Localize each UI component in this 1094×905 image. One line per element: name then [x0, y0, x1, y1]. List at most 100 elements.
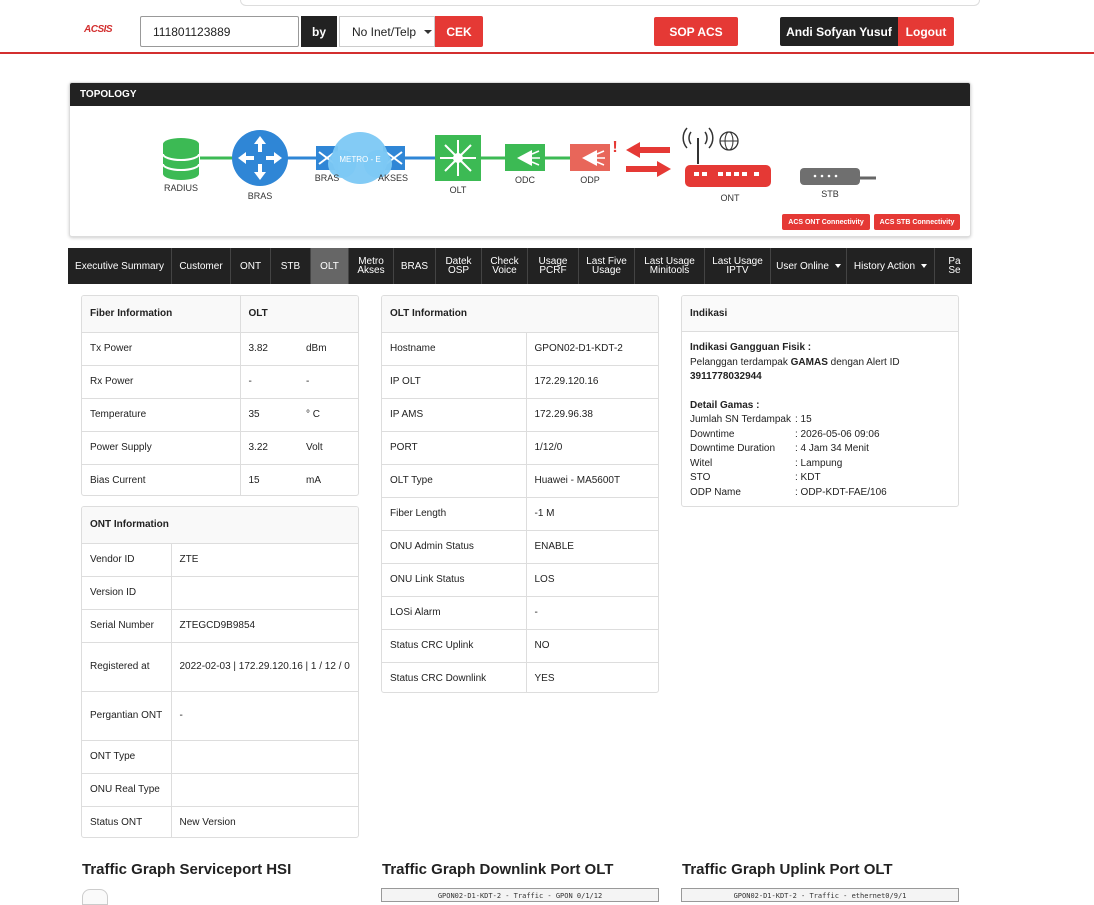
tab-stb[interactable]: STB	[271, 248, 311, 284]
bras-label: BRAS	[248, 191, 273, 201]
detail-value: : Lampung	[795, 457, 843, 469]
ont-value: ZTE	[170, 543, 358, 577]
user-name-button[interactable]: Andi Sofyan Yusuf	[780, 17, 898, 46]
ont-key: Pergantian ONT	[82, 691, 171, 741]
ont-key: Status ONT	[90, 816, 143, 828]
fiber-unit: ° C	[298, 398, 358, 432]
tab-user-online[interactable]: User Online	[771, 248, 847, 284]
fiber-olt-header: OLT	[239, 296, 358, 333]
topology-title: TOPOLOGY	[70, 83, 970, 106]
olt-value: LOS	[525, 563, 658, 597]
ont-key: Serial Number	[82, 609, 171, 643]
tab-olt[interactable]: OLT	[311, 248, 349, 284]
fiber-unit: dBm	[298, 332, 358, 366]
bras2-label: BRAS	[315, 173, 340, 183]
odp-splitter-icon[interactable]	[570, 144, 610, 171]
search-input[interactable]	[140, 16, 299, 47]
indikasi-alert-id: 3911778032944	[690, 371, 762, 382]
detail-value: : 4 Jam 34 Menit	[795, 443, 869, 454]
bras-router-icon[interactable]	[232, 130, 288, 186]
graph-toggle-icon[interactable]	[82, 889, 108, 905]
ont-value	[170, 576, 358, 610]
acs-stb-connectivity-button[interactable]: ACS STB Connectivity	[874, 214, 960, 230]
wifi-icon	[682, 127, 714, 164]
logout-button[interactable]: Logout	[898, 17, 954, 46]
tab-last-five-usage[interactable]: Last Five Usage	[579, 248, 635, 284]
sop-acs-button[interactable]: SOP ACS	[654, 17, 738, 46]
app-logo[interactable]: ACSIS	[84, 24, 113, 35]
fiber-key: Tx Power	[82, 332, 240, 366]
tab-history-action-label: History Action	[853, 260, 916, 272]
olt-header: OLT Information	[382, 296, 658, 333]
tab-ont[interactable]: ONT	[231, 248, 271, 284]
tab-check-voice[interactable]: Check Voice	[482, 248, 528, 284]
ont-key: ONU Real Type	[82, 773, 171, 807]
ont-value: -	[170, 691, 358, 741]
ont-label: ONT	[721, 193, 741, 203]
olt-key: PORT	[382, 431, 526, 465]
tab-last-usage-minitools[interactable]: Last Usage Minitools	[635, 248, 705, 284]
detail-key: Witel	[690, 457, 713, 469]
tab-bras[interactable]: BRAS	[394, 248, 436, 284]
graph-downlink-title: Traffic Graph Downlink Port OLT	[382, 861, 614, 878]
radius-label: RADIUS	[164, 183, 198, 193]
detail-row: Witel : Lampung	[690, 457, 950, 472]
olt-value: 1/12/0	[525, 431, 658, 465]
olt-value: NO	[525, 629, 658, 663]
odc-splitter-icon[interactable]	[505, 144, 545, 171]
fiber-unit: Volt	[298, 431, 358, 465]
olt-value: -1 M	[525, 497, 658, 531]
ont-value: 2022-02-03 | 172.29.120.16 | 1 / 12 / 0	[170, 642, 358, 692]
detail-row: Downtime: 2026-05-06 09:06	[690, 428, 950, 443]
metro-label: METRO - E	[339, 155, 380, 164]
indikasi-header: Indikasi	[682, 296, 958, 332]
detail-row: ODP Name: ODP-KDT-FAE/106	[690, 486, 950, 501]
ont-key: Vendor ID	[82, 543, 171, 577]
tab-usage-pcrf[interactable]: Usage PCRF	[528, 248, 579, 284]
detail-key: ODP Name	[690, 486, 741, 498]
acs-ont-connectivity-button[interactable]: ACS ONT Connectivity	[782, 214, 870, 230]
indikasi-line1-post: dengan Alert ID	[830, 356, 900, 368]
caret-down-icon	[921, 264, 928, 268]
ont-information-panel: ONT Information Vendor ID ZTE Version ID …	[81, 506, 359, 838]
caret-down-icon	[424, 29, 433, 34]
stb-label: STB	[821, 189, 839, 199]
tab-metro-akses[interactable]: Metro Akses	[349, 248, 394, 284]
tab-last-usage-iptv[interactable]: Last Usage IPTV	[705, 248, 771, 284]
tab-partial[interactable]: Pa Se	[935, 248, 972, 284]
ont-value	[170, 773, 358, 807]
tab-history-action[interactable]: History Action	[847, 248, 935, 284]
detail-key: Downtime Duration	[690, 443, 776, 454]
cek-button[interactable]: CEK	[435, 16, 483, 47]
ont-key: Version ID	[82, 576, 171, 610]
swap-arrows-icon	[626, 142, 671, 177]
tab-datek-osp[interactable]: Datek OSP	[436, 248, 482, 284]
ont-header: ONT Information	[82, 507, 358, 544]
olt-switch-icon[interactable]	[435, 135, 481, 181]
ont-key: ONT Type	[82, 740, 171, 774]
tab-bar: Executive Summary Customer ONT STB OLT M…	[68, 248, 972, 284]
detail-row: Downtime Duration : 4 Jam 34 Menit	[690, 442, 950, 457]
search-type-select[interactable]: No Inet/Telp	[339, 16, 435, 47]
top-bar: ACSIS by No Inet/Telp CEK SOP ACS Andi S…	[0, 0, 1094, 54]
indikasi-line1-pre: Pelanggan terdampak	[690, 356, 788, 368]
by-label: by	[301, 16, 337, 47]
stb-box-icon[interactable]	[800, 168, 860, 185]
olt-key: LOSi Alarm	[382, 596, 526, 630]
olt-key: Status CRC Downlink	[390, 672, 487, 684]
olt-key: ONU Admin Status	[382, 530, 526, 564]
olt-information-panel: OLT Information Hostname GPON02-D1-KDT-2 …	[381, 295, 659, 693]
detail-value: : KDT	[795, 472, 821, 483]
odc-label: ODC	[515, 175, 536, 185]
ont-value: New Version	[170, 806, 358, 837]
olt-key: IP OLT	[382, 365, 526, 399]
odp-label: ODP	[580, 175, 600, 185]
ont-modem-icon[interactable]	[685, 165, 771, 187]
search-type-value: No Inet/Telp	[352, 24, 417, 39]
olt-value: YES	[525, 662, 658, 692]
detail-row: Jumlah SN Terdampak: 15	[690, 413, 950, 428]
detail-gamas-title: Detail Gamas :	[690, 399, 760, 411]
tab-executive-summary[interactable]: Executive Summary	[68, 248, 172, 284]
radius-database-icon[interactable]	[162, 138, 200, 180]
tab-customer[interactable]: Customer	[172, 248, 231, 284]
